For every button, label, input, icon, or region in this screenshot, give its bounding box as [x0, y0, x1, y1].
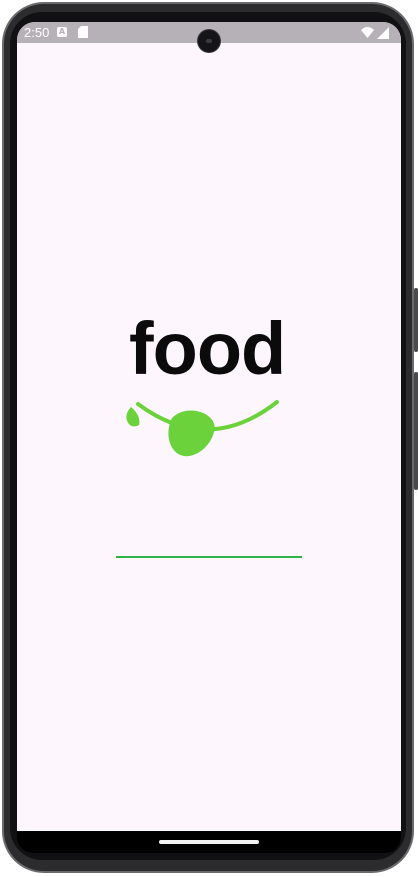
app-logo: food — [118, 310, 308, 460]
tongue-smile-icon — [126, 400, 279, 457]
camera-lens — [206, 39, 212, 43]
navigation-bar — [17, 831, 401, 853]
sd-card-icon — [78, 26, 88, 38]
status-time: 2:50 — [24, 25, 50, 40]
screen: 2:50 A food — [17, 22, 401, 831]
volume-button — [414, 288, 418, 352]
cell-signal-icon — [377, 27, 389, 39]
loading-progress-fill — [116, 556, 302, 558]
power-button — [414, 372, 418, 490]
droplet-shape — [126, 407, 140, 427]
phone-device: 2:50 A food — [0, 0, 418, 877]
front-camera — [198, 30, 220, 52]
home-indicator[interactable] — [159, 840, 259, 844]
tongue-shape — [168, 410, 215, 457]
status-right-icons — [361, 27, 389, 39]
wifi-icon — [361, 27, 374, 38]
loading-progress-bar — [116, 556, 302, 558]
a-badge-icon: A — [57, 27, 67, 37]
